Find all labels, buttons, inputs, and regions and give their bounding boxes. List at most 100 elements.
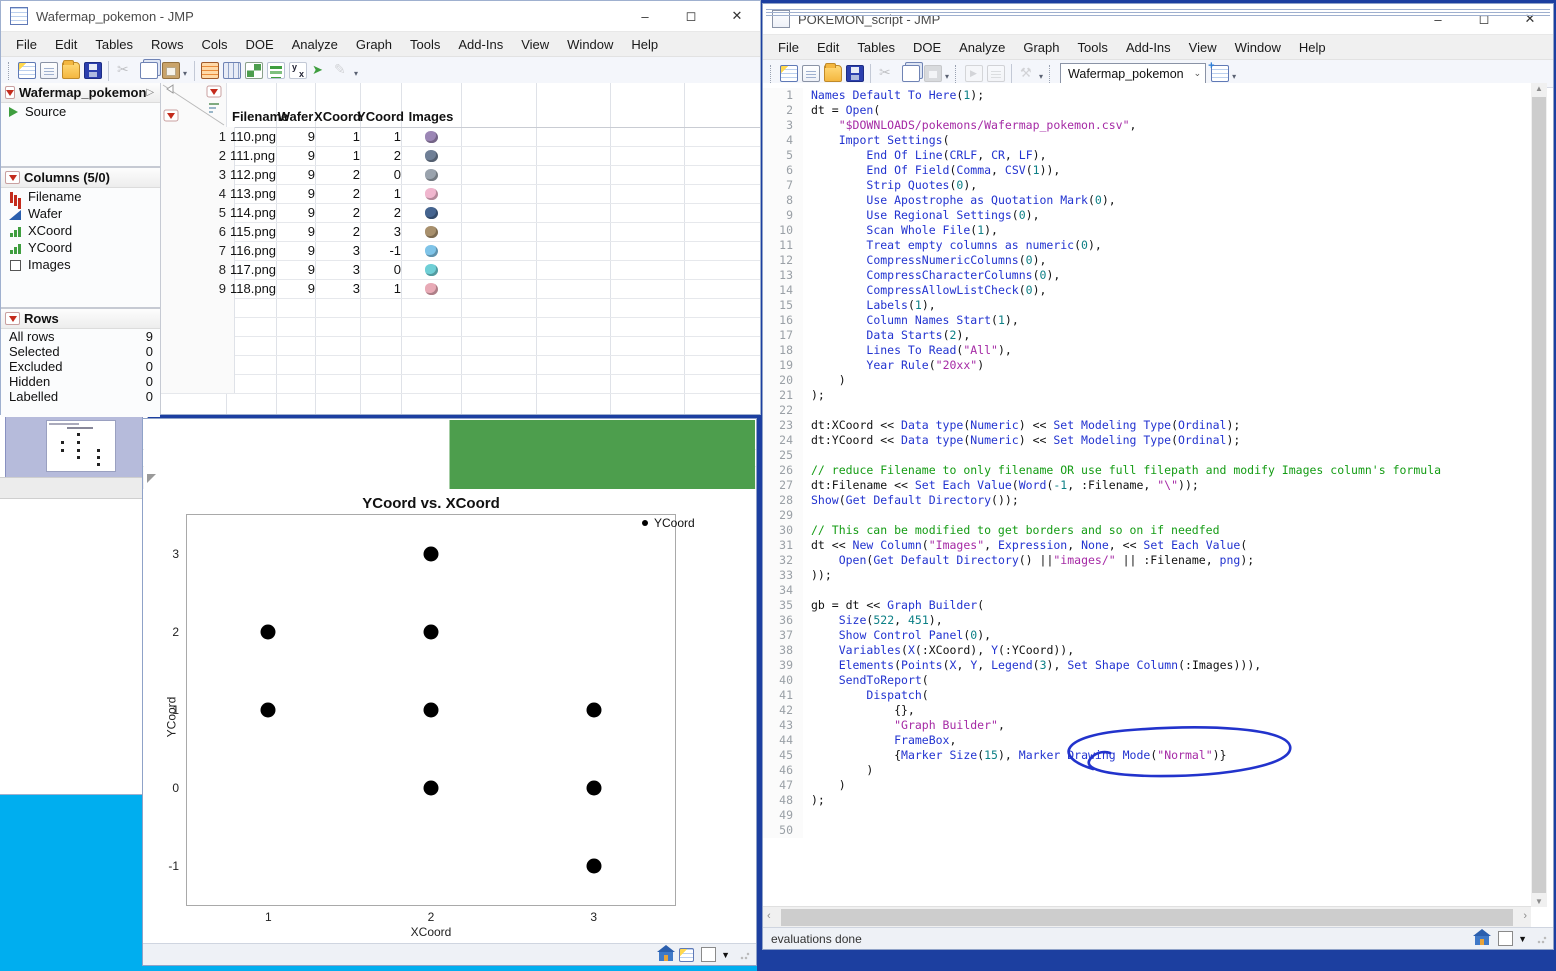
paste-icon[interactable] xyxy=(924,65,942,82)
code-line[interactable]: 8 Use Apostrophe as Quotation Mark(0), xyxy=(763,193,1531,208)
code-line[interactable]: 20 ) xyxy=(763,373,1531,388)
table-row[interactable]: 2 111.png 9 1 2 xyxy=(161,146,760,166)
column-header-xcoord[interactable]: XCoord xyxy=(314,105,361,127)
code-line[interactable]: 28 Show(Get Default Directory()); xyxy=(763,493,1531,508)
code-line[interactable]: 36 Size(522, 451), xyxy=(763,613,1531,628)
toolbar-overflow-icon[interactable]: ▾ xyxy=(183,69,187,78)
current-table-combobox[interactable]: Wafermap_pokemon ⌄ xyxy=(1060,62,1207,85)
code-line[interactable]: 3 "$DOWNLOADS/pokemons/Wafermap_pokemon.… xyxy=(763,118,1531,133)
menu-tables[interactable]: Tables xyxy=(86,34,142,55)
menu-analyze[interactable]: Analyze xyxy=(950,37,1014,58)
menu-tools[interactable]: Tools xyxy=(1069,37,1117,58)
menu-view[interactable]: View xyxy=(512,34,558,55)
menu-doe[interactable]: DOE xyxy=(904,37,950,58)
new-data-table-icon[interactable] xyxy=(780,65,798,82)
run-script-icon[interactable] xyxy=(965,65,984,82)
menu-cols[interactable]: Cols xyxy=(192,34,236,55)
home-icon[interactable] xyxy=(1473,929,1492,945)
code-line[interactable]: 40 SendToReport( xyxy=(763,673,1531,688)
new-script-icon[interactable] xyxy=(40,62,58,79)
save-icon[interactable] xyxy=(846,65,864,82)
maximize-button[interactable]: ◻ xyxy=(668,2,714,31)
window-thumbnail-selected[interactable] xyxy=(5,414,143,478)
cut-icon[interactable] xyxy=(115,61,133,79)
caret-down-icon[interactable]: ▼ xyxy=(721,950,730,960)
code-line[interactable]: 38 Variables(X(:XCoord), Y(:YCoord)), xyxy=(763,643,1531,658)
menu-graph[interactable]: Graph xyxy=(1014,37,1068,58)
data-table-titlebar[interactable]: Wafermap_pokemon - JMP – ◻ ✕ xyxy=(1,1,760,32)
menu-tools[interactable]: Tools xyxy=(401,34,449,55)
vertical-scrollbar[interactable]: ▲ ▼ xyxy=(1531,83,1547,907)
column-item-ycoord[interactable]: YCoord xyxy=(1,239,160,256)
new-data-table-icon[interactable] xyxy=(18,62,36,79)
data-point[interactable] xyxy=(423,702,439,718)
code-line[interactable]: 35 gb = dt << Graph Builder( xyxy=(763,598,1531,613)
scroll-left-icon[interactable]: ‹ xyxy=(767,910,771,922)
code-line[interactable]: 6 End Of Field(Comma, CSV(1)), xyxy=(763,163,1531,178)
data-table-shortcut-icon[interactable] xyxy=(679,947,695,962)
menu-analyze[interactable]: Analyze xyxy=(283,34,347,55)
scroll-right-icon[interactable]: › xyxy=(1523,910,1527,922)
code-line[interactable]: 48); xyxy=(763,793,1531,808)
code-line[interactable]: 25 xyxy=(763,448,1531,463)
code-line[interactable]: 39 Elements(Points(X, Y, Legend(3), Set … xyxy=(763,658,1531,673)
code-line[interactable]: 10 Scan Whole File(1), xyxy=(763,223,1531,238)
column-header-filename[interactable]: Filename xyxy=(228,105,288,127)
menu-tables[interactable]: Tables xyxy=(848,37,904,58)
copy-icon[interactable] xyxy=(140,62,158,79)
code-line[interactable]: 23 dt:XCoord << Data type(Numeric) << Set… xyxy=(763,418,1531,433)
table-row[interactable]: 5 114.png 9 2 2 xyxy=(161,203,760,223)
column-item-wafer[interactable]: Wafer xyxy=(1,205,160,222)
code-line[interactable]: 45 {Marker Size(15), Marker Drawing Mode… xyxy=(763,748,1531,763)
code-line[interactable]: 1 Names Default To Here(1); xyxy=(763,88,1531,103)
table-row[interactable]: 1 110.png 9 1 1 xyxy=(161,127,760,147)
code-line[interactable]: 17 Data Starts(2), xyxy=(763,328,1531,343)
code-line[interactable]: 9 Use Regional Settings(0), xyxy=(763,208,1531,223)
table-row[interactable]: 9 118.png 9 3 1 xyxy=(161,279,760,299)
data-point[interactable] xyxy=(423,780,439,796)
new-script-icon[interactable] xyxy=(802,65,820,82)
toolbar-overflow-icon[interactable]: ▾ xyxy=(1039,72,1043,81)
column-item-xcoord[interactable]: XCoord xyxy=(1,222,160,239)
data-point[interactable] xyxy=(586,702,602,718)
code-line[interactable]: 29 xyxy=(763,508,1531,523)
open-icon[interactable] xyxy=(62,60,80,79)
graph-builder-titlebar[interactable]: Wafermap_pokemon - Graph Builder - JMP –… xyxy=(143,419,756,450)
data-point[interactable] xyxy=(586,780,602,796)
code-line[interactable]: 13 CompressCharacterColumns(0), xyxy=(763,268,1531,283)
data-table-icon[interactable] xyxy=(201,62,220,79)
chevron-right-icon[interactable]: ▷ xyxy=(146,87,154,98)
menu-add-ins[interactable]: Add-Ins xyxy=(1117,37,1180,58)
debug-wrench-icon[interactable] xyxy=(1018,65,1036,82)
column-header-images[interactable]: Images xyxy=(403,105,459,127)
resize-grip[interactable] xyxy=(1537,933,1547,944)
home-icon[interactable] xyxy=(657,945,676,961)
code-line[interactable]: 21); xyxy=(763,388,1531,403)
code-line[interactable]: 47 ) xyxy=(763,778,1531,793)
table-row[interactable]: 6 115.png 9 2 3 xyxy=(161,222,760,242)
vertical-scroll-thumb[interactable] xyxy=(1532,97,1546,893)
script-titlebar[interactable]: POKEMON_script - JMP – ◻ ✕ xyxy=(763,4,1553,35)
minimize-button[interactable]: – xyxy=(622,2,668,31)
code-line[interactable]: 18 Lines To Read("All"), xyxy=(763,343,1531,358)
horizontal-scrollbar[interactable]: ‹ › xyxy=(763,906,1531,928)
menu-help[interactable]: Help xyxy=(1290,37,1335,58)
red-triangle-menu-icon[interactable] xyxy=(5,171,20,184)
code-line[interactable]: 34 xyxy=(763,583,1531,598)
source-item[interactable]: Source xyxy=(1,103,160,120)
resize-grip[interactable] xyxy=(740,949,750,960)
code-line[interactable]: 19 Year Rule("20xx") xyxy=(763,358,1531,373)
code-line[interactable]: 42 {}, xyxy=(763,703,1531,718)
code-line[interactable]: 37 Show Control Panel(0), xyxy=(763,628,1531,643)
code-line[interactable]: 27 dt:Filename << Set Each Value(Word(-1,… xyxy=(763,478,1531,493)
code-line[interactable]: 26 // reduce Filename to only filename OR… xyxy=(763,463,1531,478)
summary-table-icon[interactable] xyxy=(223,62,242,79)
column-item-images[interactable]: Images xyxy=(1,256,160,273)
caret-down-icon[interactable]: ▼ xyxy=(1518,934,1527,944)
code-line[interactable]: 50 xyxy=(763,823,1531,838)
submit-script-icon[interactable] xyxy=(987,65,1006,82)
code-line[interactable]: 7 Strip Quotes(0), xyxy=(763,178,1531,193)
table-row[interactable]: 3 112.png 9 2 0 xyxy=(161,165,760,185)
scroll-down-icon[interactable]: ▼ xyxy=(1531,897,1547,906)
save-icon[interactable] xyxy=(84,62,102,79)
